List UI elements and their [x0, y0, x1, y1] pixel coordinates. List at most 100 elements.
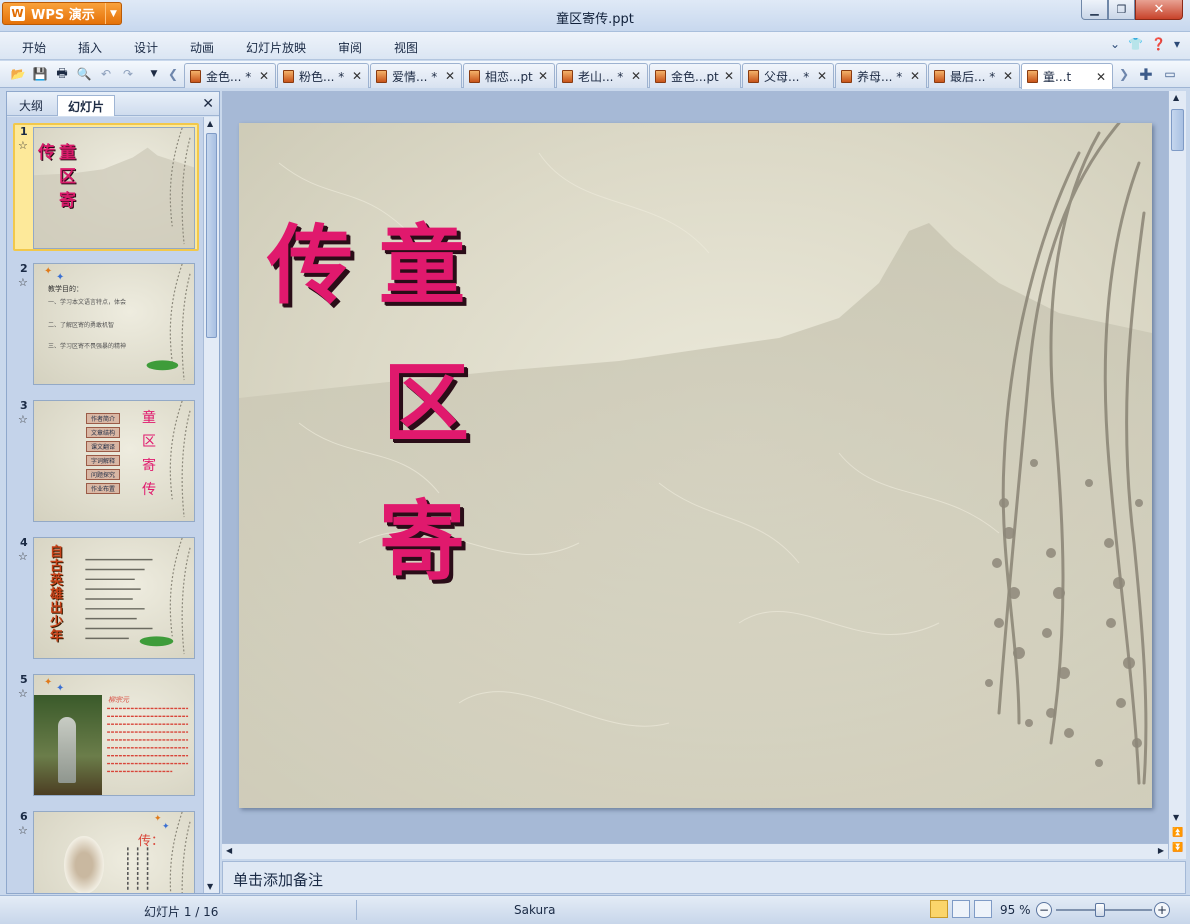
- slide-canvas-area: 传 童 区 寄: [222, 91, 1168, 843]
- menu-view[interactable]: 视图: [394, 39, 418, 56]
- slide-title-char: 童: [379, 215, 465, 316]
- scroll-thumb[interactable]: [206, 133, 217, 338]
- menu-insert[interactable]: 插入: [78, 39, 102, 56]
- tab-outline[interactable]: 大纲: [9, 95, 53, 116]
- slide-number: 3: [20, 399, 28, 412]
- close-tab-icon[interactable]: ✕: [723, 69, 735, 83]
- tabs-scroll-left-icon[interactable]: ❮: [165, 66, 181, 82]
- redo-icon[interactable]: ↷: [120, 66, 136, 82]
- animation-star-icon: ☆: [18, 824, 28, 837]
- slide-thumbnail-4[interactable]: 自古英雄出少年: [33, 537, 195, 659]
- quick-access-toolbar: 📂 💾 🖶 🔍 ↶ ↷ ▼ ❮ 金色... * ✕ 粉色... * ✕ 爱情... …: [0, 61, 1190, 89]
- status-bar: 幻灯片 1 / 16 Sakura 95 % − +: [0, 895, 1190, 924]
- thumb-menu-buttons: 作者简介 文章结构 课文翻译 字词解释 问题探究 作业布置: [86, 413, 120, 494]
- doc-tab-active[interactable]: 童...t ✕: [1021, 63, 1113, 89]
- slide-thumbnail-3[interactable]: 作者简介 文章结构 课文翻译 字词解释 问题探究 作业布置 童 区 寄 传: [33, 400, 195, 522]
- next-slide-icon[interactable]: ⏬: [1172, 843, 1183, 853]
- minimize-button[interactable]: ▁: [1081, 0, 1108, 20]
- menu-home[interactable]: 开始: [22, 39, 46, 56]
- slide-counter: 幻灯片 1 / 16: [144, 905, 219, 919]
- maximize-button[interactable]: ❐: [1108, 0, 1135, 20]
- customize-dropdown-icon[interactable]: ▼: [146, 66, 162, 82]
- ppt-file-icon: [376, 69, 387, 83]
- horizontal-scrollbar[interactable]: ◀ ▶: [222, 843, 1168, 859]
- open-folder-icon[interactable]: 📂: [10, 66, 26, 82]
- close-tab-icon[interactable]: ✕: [909, 69, 921, 83]
- ppt-file-icon: [655, 69, 666, 83]
- chevron-down-icon[interactable]: ▾: [1174, 37, 1180, 51]
- menu-design[interactable]: 设计: [134, 39, 158, 56]
- slide-thumbnail-2[interactable]: ✦ ✦ 教学目的： 一、学习本文语言特点，体会 二、了解区寄的勇敢机智 三、学习…: [33, 263, 195, 385]
- scroll-down-icon[interactable]: ▼: [207, 882, 213, 891]
- menu-review[interactable]: 审阅: [338, 39, 362, 56]
- scroll-up-icon[interactable]: ▲: [1173, 93, 1179, 102]
- tabs-scroll-right-icon[interactable]: ❯: [1116, 66, 1132, 82]
- slide-thumbnail-6[interactable]: ✦ ✦ 传：: [33, 811, 195, 893]
- slide-thumbnail-5[interactable]: ✦ ✦ 柳宗元: [33, 674, 195, 796]
- sparkle-icon: ✦: [56, 272, 65, 283]
- slide-title-char: 区: [383, 353, 469, 454]
- scroll-left-icon[interactable]: ◀: [226, 846, 232, 855]
- slide-number: 2: [20, 262, 28, 275]
- previous-slide-icon[interactable]: ⏫: [1172, 828, 1183, 838]
- thumbnail-scrollbar[interactable]: ▲ ▼: [203, 117, 219, 893]
- doc-tab[interactable]: 最后... * ✕: [928, 63, 1020, 88]
- scroll-thumb[interactable]: [1171, 109, 1184, 151]
- text-lines: [127, 812, 191, 893]
- doc-tab[interactable]: 相恋...pt ✕: [463, 63, 555, 88]
- close-tab-icon[interactable]: ✕: [258, 69, 270, 83]
- undo-icon[interactable]: ↶: [98, 66, 114, 82]
- mountain-background: [34, 128, 194, 248]
- skin-shirt-icon[interactable]: 👕: [1128, 37, 1143, 51]
- new-tab-plus-icon[interactable]: ✚: [1138, 65, 1154, 84]
- notes-placeholder[interactable]: 单击添加备注: [233, 869, 323, 890]
- close-tab-icon[interactable]: ✕: [351, 69, 363, 83]
- slide-sorter-view-icon[interactable]: [952, 900, 970, 918]
- zoom-level: 95 %: [1000, 903, 1031, 917]
- slide-number: 1: [20, 125, 28, 138]
- tab-slides[interactable]: 幻灯片: [57, 95, 116, 116]
- save-icon[interactable]: 💾: [32, 66, 48, 82]
- animation-star-icon: ☆: [18, 550, 28, 563]
- ppt-file-icon: [748, 69, 759, 83]
- menu-animation[interactable]: 动画: [190, 39, 214, 56]
- scroll-up-icon[interactable]: ▲: [207, 119, 213, 128]
- close-tab-icon[interactable]: ✕: [444, 69, 456, 83]
- animation-star-icon: ☆: [18, 687, 28, 700]
- close-tab-icon[interactable]: ✕: [537, 69, 549, 83]
- doc-tab[interactable]: 老山... * ✕: [556, 63, 648, 88]
- doc-tab[interactable]: 粉色... * ✕: [277, 63, 369, 88]
- doc-tab[interactable]: 爱情... * ✕: [370, 63, 462, 88]
- scroll-right-icon[interactable]: ▶: [1158, 846, 1164, 855]
- main-slide[interactable]: 传 童 区 寄: [239, 123, 1152, 808]
- slide-thumbnail-list: 1 ☆ 传 童 区 寄 2 ☆ ✦ ✦ 教学目的： 一、学习本文语言特点，体会 …: [7, 117, 203, 893]
- slide-editor: 传 童 区 寄 ▲ ▼ ⏫ ⏬ ◀ ▶: [222, 91, 1186, 859]
- notes-pane[interactable]: 单击添加备注: [222, 861, 1186, 894]
- scroll-down-icon[interactable]: ▼: [1173, 813, 1179, 822]
- ribbon-collapse-icon[interactable]: ⌄: [1110, 37, 1120, 51]
- close-tab-icon[interactable]: ✕: [630, 69, 642, 83]
- close-tab-icon[interactable]: ✕: [1095, 70, 1107, 84]
- help-icon[interactable]: ❓: [1151, 37, 1166, 51]
- doc-tab[interactable]: 金色... * ✕: [184, 63, 276, 88]
- print-icon[interactable]: 🖶: [54, 66, 70, 82]
- slideshow-view-icon[interactable]: [974, 900, 992, 918]
- print-preview-icon[interactable]: 🔍: [76, 66, 92, 82]
- ppt-file-icon: [190, 69, 201, 83]
- doc-tab[interactable]: 养母... * ✕: [835, 63, 927, 88]
- tab-list-icon[interactable]: ▭: [1162, 66, 1178, 82]
- zoom-in-icon[interactable]: +: [1154, 902, 1170, 918]
- slide-thumbnail-1[interactable]: 传 童 区 寄: [33, 127, 195, 249]
- close-tab-icon[interactable]: ✕: [1002, 69, 1014, 83]
- zoom-slider-handle[interactable]: [1095, 903, 1105, 917]
- close-panel-icon[interactable]: ✕: [202, 96, 214, 112]
- normal-view-icon[interactable]: [930, 900, 948, 918]
- doc-tab[interactable]: 父母... * ✕: [742, 63, 834, 88]
- close-tab-icon[interactable]: ✕: [816, 69, 828, 83]
- doc-tab[interactable]: 金色...pt ✕: [649, 63, 741, 88]
- close-window-button[interactable]: ✕: [1135, 0, 1183, 20]
- menu-slideshow[interactable]: 幻灯片放映: [246, 39, 306, 56]
- vertical-scrollbar[interactable]: ▲ ▼ ⏫ ⏬: [1168, 91, 1186, 859]
- sparkle-icon: ✦: [44, 677, 53, 688]
- zoom-out-icon[interactable]: −: [1036, 902, 1052, 918]
